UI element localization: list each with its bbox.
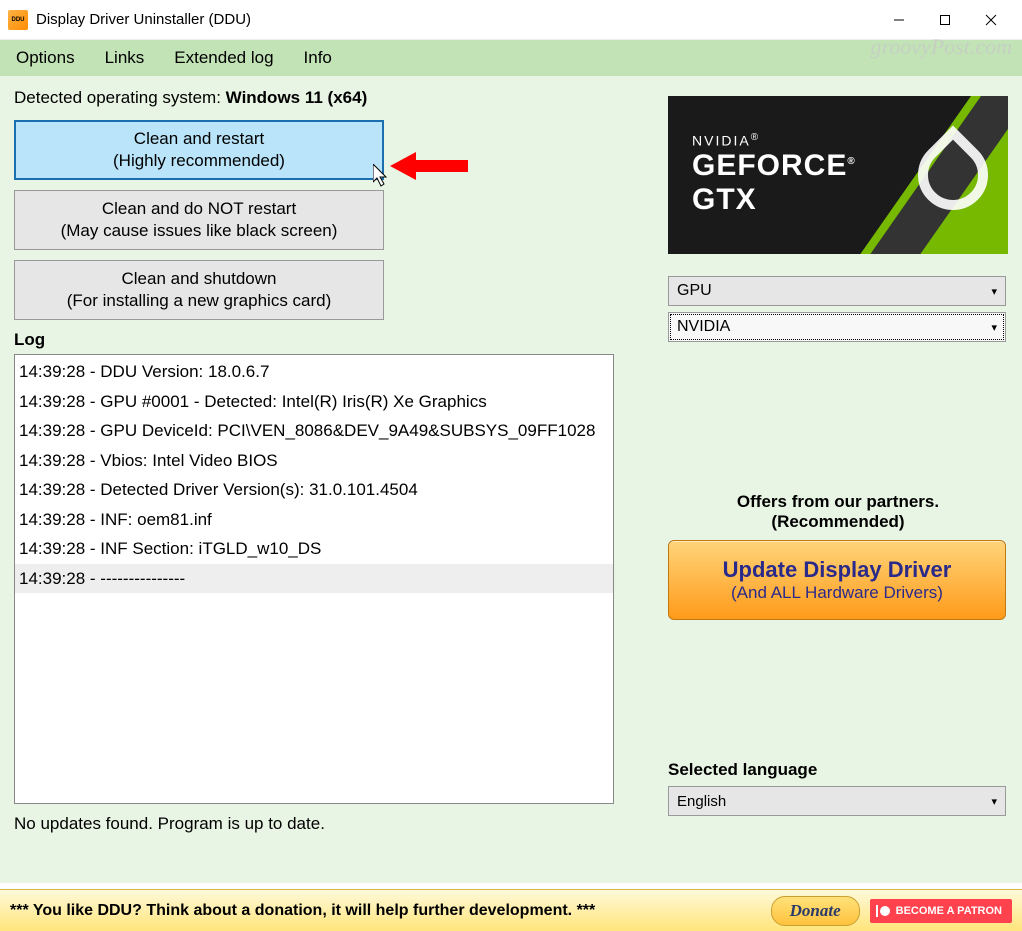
status-line: No updates found. Program is up to date. [14, 804, 638, 834]
donate-button[interactable]: Donate [771, 896, 860, 926]
window-title: Display Driver Uninstaller (DDU) [36, 11, 251, 28]
clean-restart-button[interactable]: Clean and restart (Highly recommended) [14, 120, 384, 180]
become-patron-button[interactable]: BECOME A PATRON [870, 899, 1012, 923]
menubar: Options Links Extended log Info [0, 40, 1022, 76]
log-heading: Log [14, 330, 638, 350]
vendor-value: NVIDIA [677, 318, 730, 336]
device-type-select[interactable]: GPU ▾ [668, 276, 1006, 306]
chevron-down-icon: ▾ [991, 285, 997, 298]
chevron-down-icon: ▾ [991, 795, 997, 808]
minimize-button[interactable] [876, 4, 922, 36]
log-row[interactable]: 14:39:28 - DDU Version: 18.0.6.7 [15, 357, 613, 387]
close-button[interactable] [968, 4, 1014, 36]
app-icon [8, 10, 28, 30]
clean-norestart-line2: (May cause issues like black screen) [61, 220, 338, 242]
menu-options[interactable]: Options [10, 44, 81, 72]
gpu-banner-text: NVIDIA® GEFORCE® GTX [692, 132, 856, 217]
language-value: English [677, 793, 726, 810]
clean-restart-line2: (Highly recommended) [113, 150, 285, 172]
left-column: Detected operating system: Windows 11 (x… [14, 88, 638, 883]
titlebar: Display Driver Uninstaller (DDU) [0, 0, 1022, 40]
clean-shutdown-button[interactable]: Clean and shutdown (For installing a new… [14, 260, 384, 320]
window-controls [876, 4, 1014, 36]
vendor-select[interactable]: NVIDIA ▾ [668, 312, 1006, 342]
log-row[interactable]: 14:39:28 - INF: oem81.inf [15, 505, 613, 535]
clean-no-restart-button[interactable]: Clean and do NOT restart (May cause issu… [14, 190, 384, 250]
gpu-banner[interactable]: NVIDIA® GEFORCE® GTX [668, 96, 1008, 254]
patreon-icon [880, 906, 890, 916]
footer-bar: *** You like DDU? Think about a donation… [0, 889, 1022, 931]
menu-extended-log[interactable]: Extended log [168, 44, 279, 72]
os-detection-line: Detected operating system: Windows 11 (x… [14, 88, 638, 108]
device-type-value: GPU [677, 282, 712, 300]
right-column: NVIDIA® GEFORCE® GTX GPU ▾ NVIDIA ▾ Offe… [668, 88, 1008, 883]
log-row[interactable]: 14:39:28 - GPU DeviceId: PCI\VEN_8086&DE… [15, 416, 613, 446]
log-row[interactable]: 14:39:28 - GPU #0001 - Detected: Intel(R… [15, 387, 613, 417]
menu-info[interactable]: Info [298, 44, 338, 72]
footer-text: *** You like DDU? Think about a donation… [10, 902, 595, 920]
os-value: Windows 11 (x64) [226, 88, 368, 107]
chevron-down-icon: ▾ [991, 321, 997, 334]
log-row[interactable]: 14:39:28 - Vbios: Intel Video BIOS [15, 446, 613, 476]
clean-norestart-line1: Clean and do NOT restart [102, 198, 296, 220]
update-driver-button[interactable]: Update Display Driver (And ALL Hardware … [668, 540, 1006, 620]
content-area: Detected operating system: Windows 11 (x… [0, 76, 1022, 883]
log-row[interactable]: 14:39:28 - Detected Driver Version(s): 3… [15, 475, 613, 505]
menu-links[interactable]: Links [99, 44, 151, 72]
language-select[interactable]: English ▾ [668, 786, 1006, 816]
update-btn-title: Update Display Driver [723, 557, 952, 583]
log-box[interactable]: 14:39:28 - DDU Version: 18.0.6.7 14:39:2… [14, 354, 614, 804]
os-label: Detected operating system: [14, 88, 226, 107]
log-row[interactable]: 14:39:28 - --------------- [15, 564, 613, 594]
clean-shutdown-line2: (For installing a new graphics card) [67, 290, 332, 312]
clean-shutdown-line1: Clean and shutdown [121, 268, 276, 290]
language-label: Selected language [668, 760, 1008, 780]
partners-label: Offers from our partners. (Recommended) [668, 492, 1008, 532]
log-row[interactable]: 14:39:28 - INF Section: iTGLD_w10_DS [15, 534, 613, 564]
maximize-button[interactable] [922, 4, 968, 36]
update-btn-subtitle: (And ALL Hardware Drivers) [731, 583, 943, 603]
clean-restart-line1: Clean and restart [134, 128, 264, 150]
